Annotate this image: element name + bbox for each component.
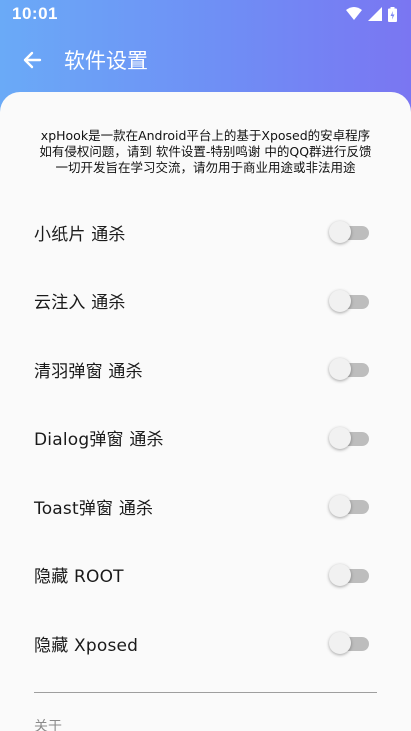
setting-label: 隐藏 ROOT: [34, 567, 124, 588]
page-title: 软件设置: [64, 49, 148, 73]
toggle-switch[interactable]: [329, 631, 369, 655]
divider: [34, 692, 377, 693]
setting-label: Dialog弹窗 通杀: [34, 430, 164, 451]
setting-row-dialog-popup[interactable]: Dialog弹窗 通杀: [0, 404, 411, 473]
cellular-signal-icon: [368, 7, 382, 21]
toggle-switch[interactable]: [329, 426, 369, 450]
app-bar: 软件设置: [0, 36, 411, 84]
toggle-switch[interactable]: [329, 494, 369, 518]
setting-label: 清羽弹窗 通杀: [34, 361, 143, 382]
setting-label: 云注入 通杀: [34, 293, 126, 314]
status-icons: [346, 6, 397, 22]
arrow-back-icon: [23, 51, 42, 69]
setting-row-hide-root[interactable]: 隐藏 ROOT: [0, 541, 411, 610]
setting-row-yunzhuru[interactable]: 云注入 通杀: [0, 267, 411, 336]
wifi-icon: [346, 7, 362, 20]
toggle-switch[interactable]: [329, 563, 369, 587]
setting-label: 隐藏 Xposed: [34, 635, 139, 656]
notice-line: xpHook是一款在Android平台上的基于Xposed的安卓程序: [40, 128, 371, 143]
setting-label: Toast弹窗 通杀: [34, 498, 154, 519]
battery-icon: [388, 6, 397, 22]
settings-card: xpHook是一款在Android平台上的基于Xposed的安卓程序 如有侵权问…: [0, 92, 411, 731]
back-button[interactable]: [0, 36, 64, 84]
toggle-switch[interactable]: [329, 220, 369, 244]
notice-line: 一切开发旨在学习交流，请勿用于商业用途或非法用途: [55, 160, 356, 175]
setting-row-hide-xposed[interactable]: 隐藏 Xposed: [0, 609, 411, 678]
section-header-about: 关于: [34, 719, 62, 731]
status-bar: 10:01: [0, 0, 411, 28]
toggle-switch[interactable]: [329, 357, 369, 381]
setting-row-toast-popup[interactable]: Toast弹窗 通杀: [0, 472, 411, 541]
setting-row-qingyu-popup[interactable]: 清羽弹窗 通杀: [0, 335, 411, 404]
settings-list: 小纸片 通杀 云注入 通杀 清羽弹窗 通杀 Dialog弹窗 通杀 Toast弹…: [0, 198, 411, 678]
notice-text: xpHook是一款在Android平台上的基于Xposed的安卓程序 如有侵权问…: [0, 128, 411, 176]
setting-label: 小纸片 通杀: [34, 224, 126, 245]
toggle-switch[interactable]: [329, 289, 369, 313]
notice-line: 如有侵权问题，请到 软件设置-特别鸣谢 中的QQ群进行反馈: [39, 144, 372, 159]
setting-row-xiaozhipian[interactable]: 小纸片 通杀: [0, 198, 411, 267]
status-time: 10:01: [12, 4, 58, 23]
